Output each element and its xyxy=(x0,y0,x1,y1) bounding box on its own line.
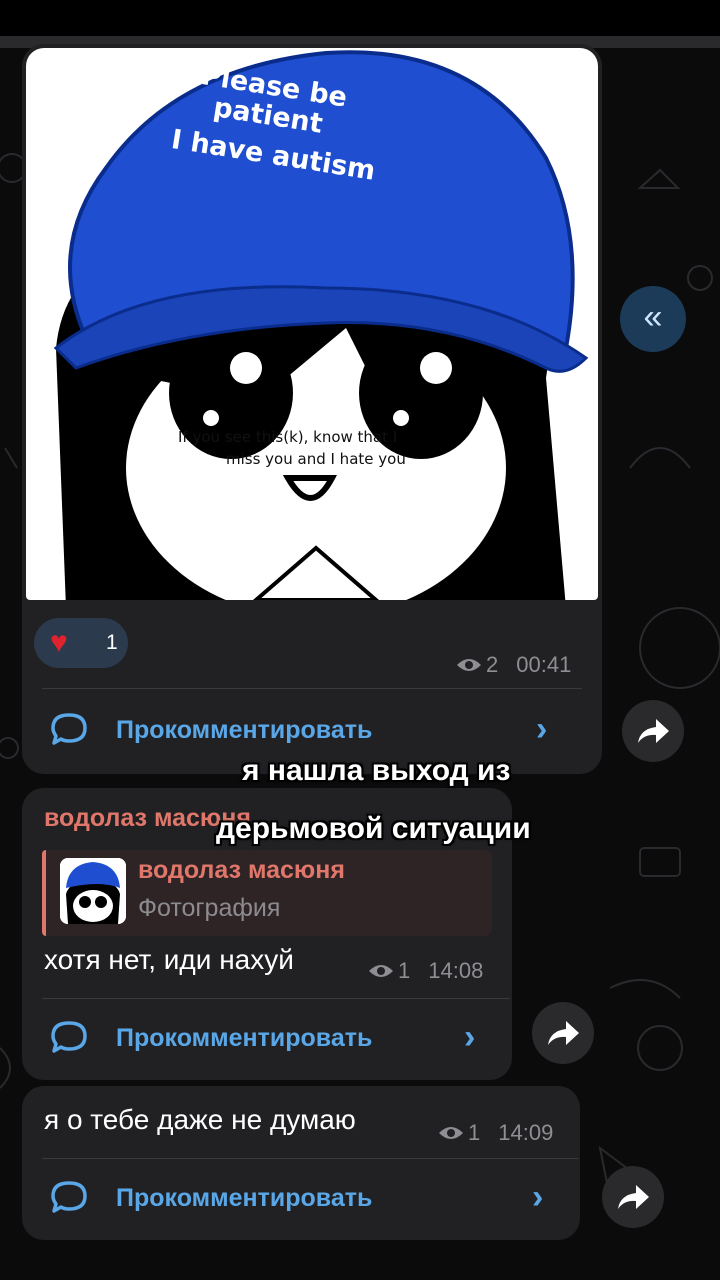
chevron-right-icon: › xyxy=(532,1178,544,1216)
view-count: 1 xyxy=(468,1120,481,1145)
divider xyxy=(42,1158,578,1159)
comment-label: Прокомментировать xyxy=(116,1184,373,1212)
face-text-line: miss you and I hate you xyxy=(226,450,406,468)
post-time: 00:41 xyxy=(516,652,572,677)
share-icon xyxy=(638,719,669,743)
eye-icon xyxy=(457,659,481,671)
share-button[interactable] xyxy=(622,700,684,762)
post-photo[interactable]: Please be patient I have autism If you s… xyxy=(26,48,598,600)
reply-subtitle: Фотография xyxy=(138,894,281,922)
message-text: я о тебе даже не думаю xyxy=(44,1104,356,1135)
chevron-right-icon: › xyxy=(464,1018,476,1056)
channel-post-text[interactable]: я о тебе даже не думаю 1 14:09 Прокоммен… xyxy=(22,1086,580,1240)
chevron-right-icon: › xyxy=(536,710,548,748)
reply-preview[interactable]: водолаз масюня Фотография xyxy=(42,850,492,936)
comment-label: Прокомментировать xyxy=(116,716,373,744)
channel-post-photo[interactable]: Please be patient I have autism If you s… xyxy=(22,44,602,774)
reply-author: водолаз масюня xyxy=(138,856,345,884)
share-button[interactable] xyxy=(602,1166,664,1228)
share-button[interactable] xyxy=(532,1002,594,1064)
post-meta: 1 14:08 xyxy=(368,958,483,984)
view-count: 2 xyxy=(486,652,499,677)
share-icon xyxy=(548,1021,579,1045)
comment-icon xyxy=(51,1021,87,1053)
view-count: 1 xyxy=(398,958,411,983)
share-icon xyxy=(618,1185,649,1209)
divider xyxy=(42,998,510,999)
heart-icon: ♥ xyxy=(50,626,68,659)
comment-icon xyxy=(51,713,87,745)
overlay-caption-line: дерьмовой ситуации xyxy=(216,812,531,845)
reply-thumbnail xyxy=(60,858,126,924)
divider xyxy=(42,688,582,689)
overlay-caption-line: я нашла выход из xyxy=(242,754,511,787)
double-chevron-left-icon: « xyxy=(643,298,663,336)
eye-icon xyxy=(439,1127,463,1139)
comment-icon xyxy=(51,1181,87,1213)
post-meta: 2 00:41 xyxy=(456,652,571,678)
post-time: 14:09 xyxy=(498,1120,554,1145)
post-meta: 1 14:09 xyxy=(438,1120,553,1146)
scroll-to-bottom-button[interactable]: « xyxy=(620,286,686,352)
comment-button[interactable]: Прокомментировать › xyxy=(22,1000,512,1080)
status-bar-area xyxy=(0,0,720,36)
comment-label: Прокомментировать xyxy=(116,1024,373,1052)
post-time: 14:08 xyxy=(428,958,484,983)
eye-icon xyxy=(369,965,393,977)
message-text: хотя нет, иди нахуй xyxy=(44,944,294,975)
comment-button[interactable]: Прокомментировать › xyxy=(22,1160,580,1240)
face-text-line: If you see this(k), know that I xyxy=(178,428,398,446)
reaction-chip[interactable]: ♥ 1 xyxy=(34,618,128,668)
reaction-count: 1 xyxy=(106,631,118,654)
